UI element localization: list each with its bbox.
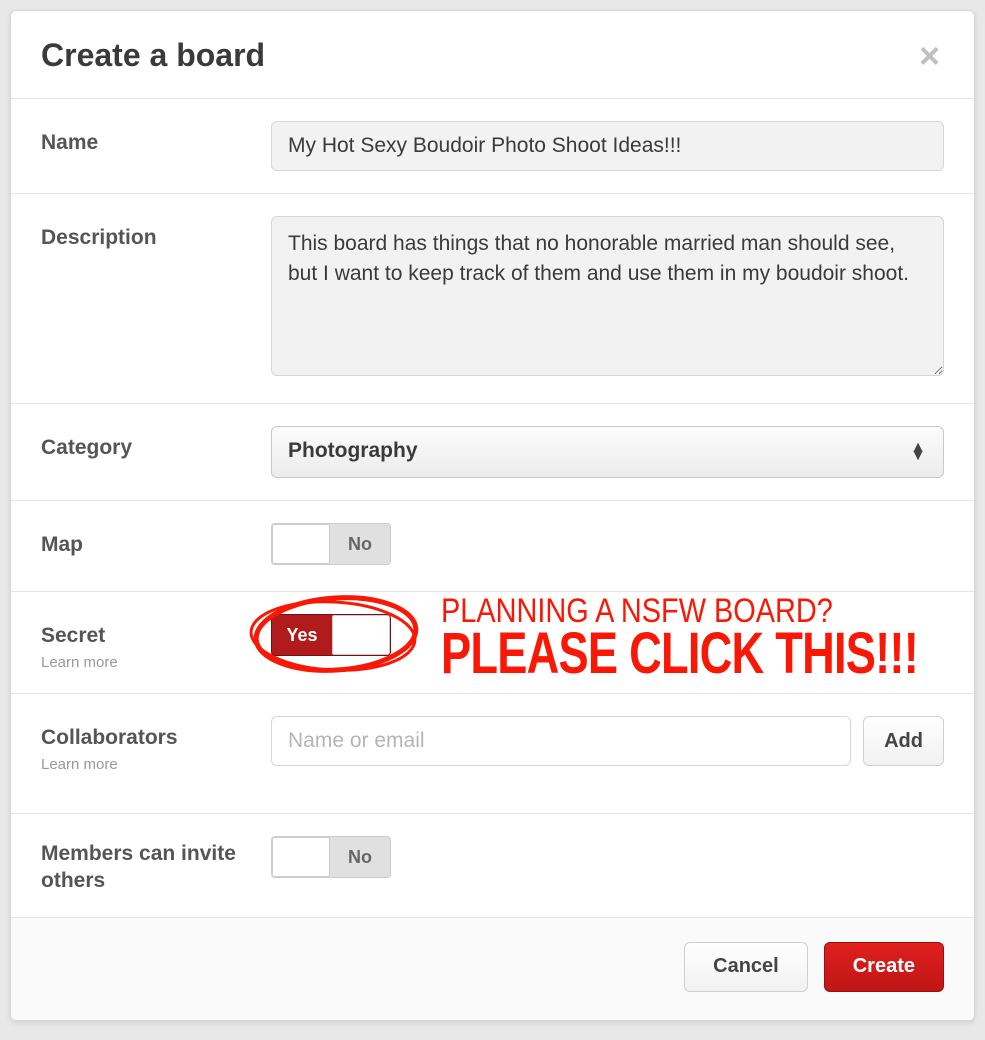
- collaborators-input[interactable]: [271, 716, 851, 766]
- toggle-label: Yes: [272, 615, 332, 655]
- toggle-knob: [272, 837, 330, 877]
- secret-label: Secret: [41, 624, 271, 648]
- row-description: Description This board has things that n…: [11, 194, 974, 404]
- collaborators-learn-more[interactable]: Learn more: [41, 756, 271, 773]
- description-input[interactable]: This board has things that no honorable …: [271, 216, 944, 376]
- map-toggle[interactable]: No: [271, 523, 391, 565]
- toggle-label: No: [330, 837, 390, 877]
- toggle-label: No: [330, 524, 390, 564]
- invite-toggle[interactable]: No: [271, 836, 391, 878]
- invite-label: Members can invite others: [41, 840, 271, 895]
- row-collaborators: Collaborators Learn more Add: [11, 694, 974, 814]
- close-icon[interactable]: ×: [915, 38, 944, 74]
- cancel-button[interactable]: Cancel: [684, 942, 808, 992]
- toggle-knob: [332, 615, 390, 655]
- collaborators-label: Collaborators: [41, 726, 271, 750]
- annotation-text: Planning a NSFW board? Please click this…: [441, 596, 975, 681]
- name-label: Name: [41, 131, 271, 155]
- row-map: Map No: [11, 501, 974, 592]
- secret-learn-more[interactable]: Learn more: [41, 654, 271, 671]
- map-label: Map: [41, 533, 271, 557]
- create-board-modal: Create a board × Name Description This b…: [10, 10, 975, 1021]
- modal-header: Create a board ×: [11, 11, 974, 99]
- modal-footer: Cancel Create: [11, 918, 974, 1020]
- row-members-invite: Members can invite others No: [11, 814, 974, 918]
- modal-title: Create a board: [41, 37, 265, 74]
- row-secret: Secret Learn more Yes Planning a NSFW bo…: [11, 592, 974, 694]
- category-label: Category: [41, 436, 271, 460]
- row-category: Category Photography ▲▼: [11, 404, 974, 501]
- create-button[interactable]: Create: [824, 942, 944, 992]
- category-select[interactable]: Photography: [271, 426, 944, 478]
- secret-toggle[interactable]: Yes: [271, 614, 391, 656]
- name-input[interactable]: [271, 121, 944, 171]
- add-collaborator-button[interactable]: Add: [863, 716, 944, 766]
- description-label: Description: [41, 226, 271, 250]
- annotation-line1: Planning a NSFW board?: [441, 596, 961, 627]
- row-name: Name: [11, 99, 974, 194]
- annotation-line2: Please click this!!!: [441, 627, 918, 680]
- toggle-knob: [272, 524, 330, 564]
